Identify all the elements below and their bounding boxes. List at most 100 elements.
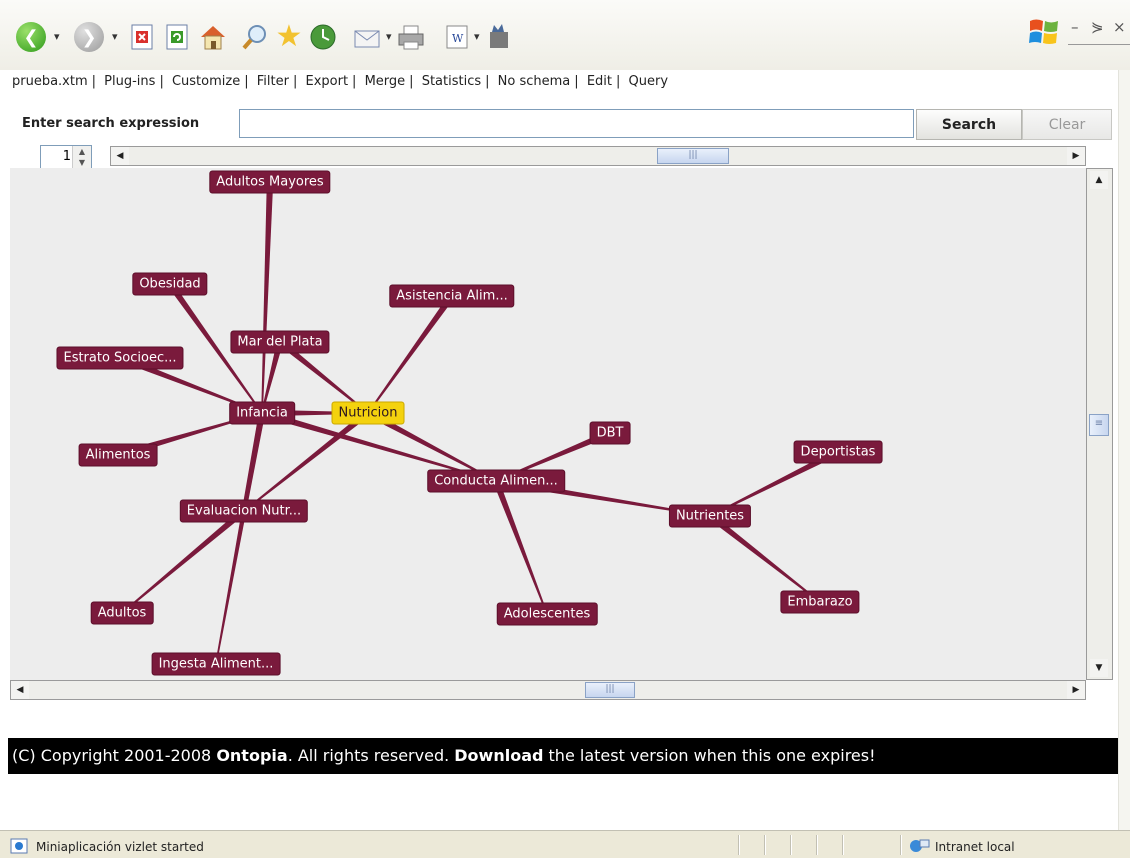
favorites-icon[interactable]: ★ [272, 20, 306, 54]
topic-node-adultos[interactable]: Adultos [90, 601, 154, 625]
restore-icon[interactable]: ⋟ [1091, 18, 1104, 36]
copyright-bar: (C) Copyright 2001-2008 Ontopia. All rig… [8, 738, 1118, 774]
scroll-left-icon[interactable]: ◀ [111, 147, 129, 165]
edit-icon[interactable]: W [440, 20, 474, 54]
topic-node-conducta[interactable]: Conducta Alimen... [427, 469, 565, 493]
topic-node-nutrientes[interactable]: Nutrientes [668, 504, 752, 528]
windows-logo-icon [1027, 15, 1061, 49]
download-link[interactable]: Download [454, 746, 543, 765]
graph-edge [367, 294, 455, 414]
forward-icon[interactable]: ❯ [72, 20, 106, 54]
status-separator [900, 835, 902, 855]
menu-query[interactable]: Query [629, 74, 669, 89]
stop-icon[interactable] [125, 20, 159, 54]
page-icon [10, 838, 28, 854]
topic-node-embarazo[interactable]: Embarazo [780, 590, 860, 614]
search-input[interactable] [239, 109, 914, 138]
scroll-up-icon[interactable]: ▲ [1090, 171, 1108, 189]
search-label: Enter search expression [22, 116, 200, 131]
status-separator [738, 835, 740, 855]
menu-separator: | [352, 74, 357, 89]
scroll-left-icon[interactable]: ◀ [11, 681, 29, 699]
intranet-zone-icon [908, 837, 930, 853]
back-icon[interactable]: ❮ [14, 20, 48, 54]
vertical-scrollbar[interactable]: ▲ ≡ ▼ [1086, 168, 1113, 680]
bottom-scroll-thumb[interactable]: ||| [585, 682, 635, 698]
locality-spinner[interactable]: 1 ▲ ▼ [40, 145, 92, 169]
history-icon[interactable] [306, 20, 340, 54]
menu-separator: | [409, 74, 414, 89]
topic-node-evaluacion[interactable]: Evaluacion Nutr... [179, 499, 309, 523]
top-horizontal-scrollbar[interactable]: ◀ ||| ▶ [110, 146, 1086, 166]
scroll-right-icon[interactable]: ▶ [1067, 147, 1085, 165]
minimize-icon[interactable]: – [1071, 18, 1079, 36]
close-icon[interactable]: × [1113, 18, 1126, 36]
copyright-suffix: the latest version when this one expires… [543, 746, 876, 765]
menu-separator: | [616, 74, 621, 89]
forward-dropdown-icon[interactable]: ▾ [112, 30, 118, 43]
status-separator [764, 835, 766, 855]
menu-separator: | [91, 74, 97, 89]
menu-export[interactable]: Export [305, 74, 348, 89]
menu-plugins[interactable]: Plug-ins [104, 74, 155, 89]
graph-edge [493, 479, 548, 615]
print-icon[interactable] [394, 20, 428, 54]
topic-node-estrato[interactable]: Estrato Socioec... [56, 346, 184, 370]
topic-node-ingesta[interactable]: Ingesta Aliment... [151, 652, 281, 676]
mail-dropdown-icon[interactable]: ▾ [386, 30, 392, 43]
topic-node-adultos-mayores[interactable]: Adultos Mayores [209, 170, 331, 194]
spinner-up-icon[interactable]: ▲ [72, 146, 91, 157]
topic-node-infancia[interactable]: Infancia [229, 401, 295, 425]
search-icon[interactable] [238, 20, 272, 54]
status-separator [816, 835, 818, 855]
refresh-icon[interactable] [160, 20, 194, 54]
home-icon[interactable] [196, 20, 230, 54]
menu-separator: | [485, 74, 490, 89]
topic-node-asistencia[interactable]: Asistencia Alim... [389, 284, 515, 308]
menu-customize[interactable]: Customize [172, 74, 240, 89]
menu-merge[interactable]: Merge [365, 74, 406, 89]
ontopia-link[interactable]: Ontopia [216, 746, 287, 765]
graph-edge [215, 412, 266, 665]
browser-toolbar: ❮ ▾ ❯ ▾ ★ ▾ W ▾ – ⋟ × [0, 0, 1130, 70]
status-separator [842, 835, 844, 855]
menu-no-schema[interactable]: No schema [498, 74, 571, 89]
search-button[interactable]: Search [916, 109, 1022, 140]
status-message: Miniaplicación vizlet started [36, 840, 204, 854]
topic-node-mar-del-plata[interactable]: Mar del Plata [230, 330, 330, 354]
menu-separator: | [244, 74, 249, 89]
menu-separator: | [292, 74, 298, 89]
vertical-scroll-thumb[interactable]: ≡ [1089, 414, 1109, 436]
topic-node-deportistas[interactable]: Deportistas [793, 440, 883, 464]
toolbar-divider [1068, 44, 1130, 45]
topic-node-nutricion[interactable]: Nutricion [331, 401, 405, 425]
back-dropdown-icon[interactable]: ▾ [54, 30, 60, 43]
search-row: Enter search expression Search Clear [10, 108, 1113, 141]
applet-menu: prueba.xtm | Plug-ins | Customize | Filter |… [12, 74, 668, 89]
spinner-value: 1 [62, 149, 71, 164]
spinner-down-icon[interactable]: ▼ [72, 157, 91, 168]
messenger-icon[interactable] [482, 20, 516, 54]
menu-filter[interactable]: Filter [257, 74, 289, 89]
topic-map-canvas[interactable]: Adultos Mayores Obesidad Asistencia Alim..… [10, 168, 1086, 680]
topic-node-dbt[interactable]: DBT [589, 421, 631, 445]
topic-node-obesidad[interactable]: Obesidad [132, 272, 208, 296]
menu-separator: | [159, 74, 164, 89]
scroll-down-icon[interactable]: ▼ [1090, 659, 1108, 677]
top-scroll-thumb[interactable]: ||| [657, 148, 729, 164]
topic-node-adolescentes[interactable]: Adolescentes [496, 602, 598, 626]
copyright-middle: . All rights reserved. [287, 746, 455, 765]
status-bar: Miniaplicación vizlet started Intranet l… [0, 830, 1130, 858]
svg-text:W: W [452, 32, 464, 45]
mail-icon[interactable] [350, 20, 384, 54]
clear-button[interactable]: Clear [1022, 109, 1112, 140]
bottom-horizontal-scrollbar[interactable]: ◀ ||| ▶ [10, 680, 1086, 700]
menu-edit[interactable]: Edit [587, 74, 612, 89]
menu-file[interactable]: prueba.xtm [12, 74, 88, 89]
topic-node-alimentos[interactable]: Alimentos [78, 443, 158, 467]
menu-statistics[interactable]: Statistics [422, 74, 481, 89]
window-right-edge [1118, 70, 1130, 830]
edit-dropdown-icon[interactable]: ▾ [474, 30, 480, 43]
scroll-right-icon[interactable]: ▶ [1067, 681, 1085, 699]
status-separator [790, 835, 792, 855]
